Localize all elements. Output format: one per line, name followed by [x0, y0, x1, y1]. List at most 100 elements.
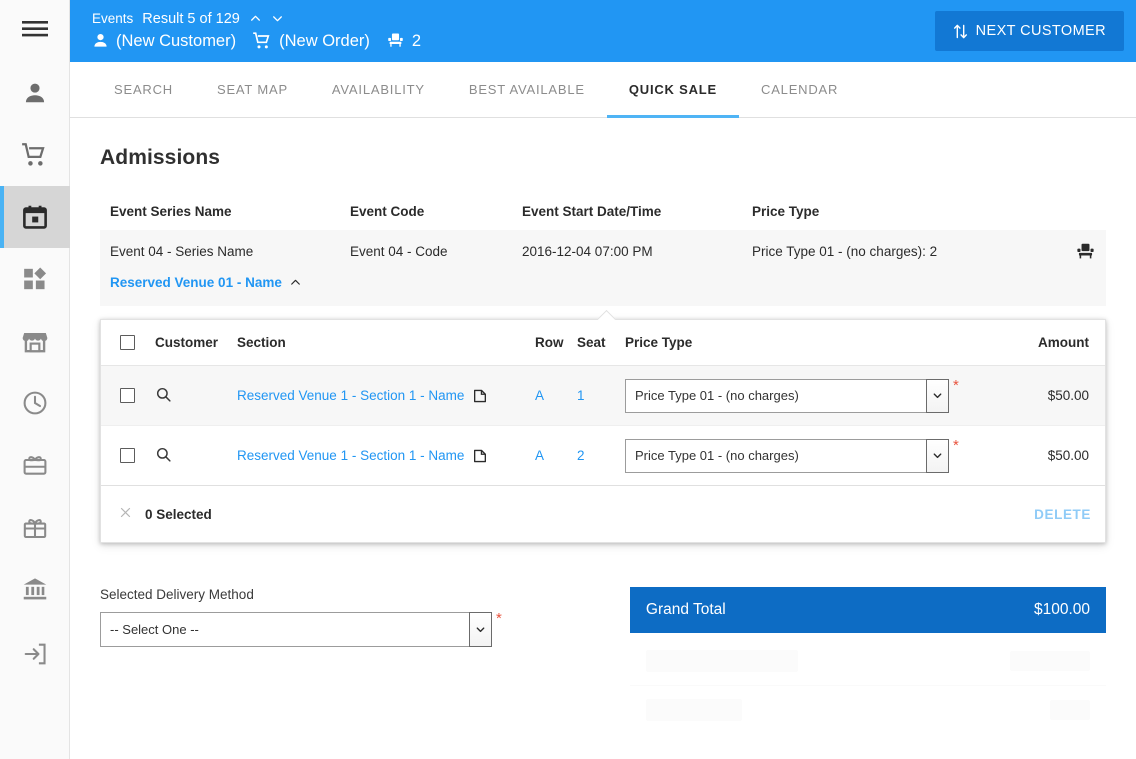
col-header-event-start-date-time: Event Start Date/Time — [522, 204, 662, 219]
chevron-down-icon — [476, 627, 485, 633]
sidebar-item-logout[interactable] — [0, 623, 70, 685]
sidebar-item-history[interactable] — [0, 372, 70, 434]
ghost-row — [629, 685, 1106, 733]
select-dropdown-button[interactable] — [469, 612, 492, 647]
row-select-checkbox[interactable] — [119, 388, 135, 403]
tab-search[interactable]: SEARCH — [92, 62, 195, 117]
customer-search-cell[interactable] — [151, 386, 237, 406]
clear-selection-button[interactable] — [119, 506, 145, 523]
next-result-button[interactable] — [271, 12, 284, 25]
prev-result-button[interactable] — [249, 12, 262, 25]
row-value-cell: A — [535, 448, 577, 463]
customer-chip[interactable]: (New Customer) — [92, 30, 236, 52]
col-header-price-type: Price Type — [752, 204, 820, 219]
tab-calendar[interactable]: CALENDAR — [739, 62, 860, 117]
tab-quick-sale[interactable]: QUICK SALE — [606, 62, 740, 118]
tab-availability[interactable]: AVAILABILITY — [310, 62, 447, 117]
totals-ghost-rows — [629, 637, 1106, 733]
menu-toggle[interactable] — [0, 0, 70, 62]
seat-value[interactable]: 2 — [577, 448, 585, 463]
section-cell: Reserved Venue 1 - Section 1 - Name — [237, 448, 535, 464]
tab-bar: SEARCH SEAT MAP AVAILABILITY BEST AVAILA… — [70, 62, 1136, 118]
note-document-icon[interactable] — [472, 448, 488, 464]
sidebar-item-events[interactable] — [0, 186, 70, 248]
col-header-event-series-name: Event Series Name — [110, 204, 232, 219]
select-all-checkbox-cell[interactable] — [101, 335, 151, 350]
calendar-icon — [22, 204, 48, 230]
delete-button[interactable]: DELETE — [1034, 507, 1091, 522]
col-header-event-code: Event Code — [350, 204, 425, 219]
sidebar-item-dashboard[interactable] — [0, 248, 70, 310]
tab-best-available[interactable]: BEST AVAILABLE — [447, 62, 607, 117]
event-summary-row: Event 04 - Series Name Event 04 - Code 2… — [110, 242, 1096, 261]
row-select-checkbox[interactable] — [119, 448, 135, 463]
delivery-method-select[interactable]: -- Select One -- — [100, 612, 492, 647]
col-header-section: Section — [237, 335, 286, 350]
row-value[interactable]: A — [535, 448, 544, 463]
storefront-icon — [22, 328, 48, 354]
row-checkbox-cell[interactable] — [101, 388, 151, 403]
sidebar-item-store[interactable] — [0, 310, 70, 372]
sidebar-item-customers[interactable] — [0, 62, 70, 124]
order-label: (New Order) — [279, 31, 370, 50]
grand-total-bar: Grand Total $100.00 — [629, 587, 1106, 633]
required-asterisk: * — [953, 376, 959, 394]
bottom-section: Selected Delivery Method -- Select One -… — [100, 587, 1106, 733]
sidebar-item-orders[interactable] — [0, 124, 70, 186]
selected-count-label: 0 Selected — [145, 506, 212, 522]
price-type-selected-value: Price Type 01 - (no charges) — [635, 388, 799, 403]
next-customer-button[interactable]: NEXT CUSTOMER — [934, 11, 1124, 51]
seat-icon — [1075, 242, 1096, 261]
table-row: Reserved Venue 1 - Section 1 - Name — [101, 426, 1105, 486]
table-row: Reserved Venue 1 - Section 1 - Name — [101, 366, 1105, 426]
section-link[interactable]: Reserved Venue 1 - Section 1 - Name — [237, 388, 488, 404]
event-summary-body: Event 04 - Series Name Event 04 - Code 2… — [100, 230, 1106, 306]
col-header-row: Row — [535, 335, 564, 350]
venue-collapse-toggle[interactable]: Reserved Venue 01 - Name — [110, 275, 302, 290]
app-root: Events Result 5 of 129 (New Customer) (N… — [0, 0, 1136, 759]
sidebar-item-finance[interactable] — [0, 558, 70, 620]
seat-count-value: 2 — [411, 31, 422, 50]
search-icon[interactable] — [155, 446, 172, 463]
price-type-cell: Price Type 01 - (no charges) * — [625, 438, 977, 473]
delivery-method-selected-value: -- Select One -- — [110, 622, 199, 637]
sidebar-item-gifts[interactable] — [0, 496, 70, 558]
required-asterisk: * — [496, 610, 502, 627]
col-header-customer: Customer — [155, 335, 219, 350]
event-start-date-time-value: 2016-12-04 07:00 PM — [522, 244, 653, 259]
seat-summary-icon-cell[interactable] — [1036, 242, 1096, 261]
event-code-value: Event 04 - Code — [350, 244, 448, 259]
row-value[interactable]: A — [535, 388, 544, 403]
delivery-method-group: Selected Delivery Method -- Select One -… — [100, 587, 630, 733]
chevron-down-icon — [933, 453, 942, 459]
note-document-icon[interactable] — [472, 388, 488, 404]
topbar-context: Events Result 5 of 129 (New Customer) (N… — [92, 11, 421, 52]
event-summary-header: Event Series Name Event Code Event Start… — [100, 204, 1106, 230]
section-link[interactable]: Reserved Venue 1 - Section 1 - Name — [237, 448, 488, 464]
tab-seat-map[interactable]: SEAT MAP — [195, 62, 310, 117]
select-dropdown-button[interactable] — [926, 438, 949, 473]
select-all-checkbox[interactable] — [119, 335, 135, 350]
row-checkbox-cell[interactable] — [101, 448, 151, 463]
seat-count-chip[interactable]: 2 — [386, 30, 421, 52]
topbar-entities-row: (New Customer) (New Order) 2 — [92, 30, 421, 52]
chevron-down-icon — [933, 393, 942, 399]
amount-value: $50.00 — [1047, 388, 1089, 403]
chevron-down-icon — [272, 16, 282, 22]
seat-value[interactable]: 1 — [577, 388, 585, 403]
customer-search-cell[interactable] — [151, 446, 237, 466]
search-icon[interactable] — [155, 386, 172, 403]
col-header-price-type: Price Type — [625, 335, 693, 350]
amount-value: $50.00 — [1047, 448, 1089, 463]
price-type-select[interactable]: Price Type 01 - (no charges) — [625, 378, 949, 413]
event-summary-table: Event Series Name Event Code Event Start… — [100, 204, 1106, 306]
ghost-value — [1050, 699, 1090, 720]
price-type-select[interactable]: Price Type 01 - (no charges) — [625, 438, 949, 473]
admissions-panel: Customer Section Row Seat Price Type Amo… — [100, 319, 1106, 543]
content-area: Admissions Event Series Name Event Code … — [70, 118, 1136, 759]
price-type-selected-value: Price Type 01 - (no charges) — [635, 448, 799, 463]
sidebar-item-gift-cards[interactable] — [0, 434, 70, 496]
top-app-bar: Events Result 5 of 129 (New Customer) (N… — [70, 0, 1136, 62]
order-chip[interactable]: (New Order) — [252, 30, 370, 52]
select-dropdown-button[interactable] — [926, 378, 949, 413]
